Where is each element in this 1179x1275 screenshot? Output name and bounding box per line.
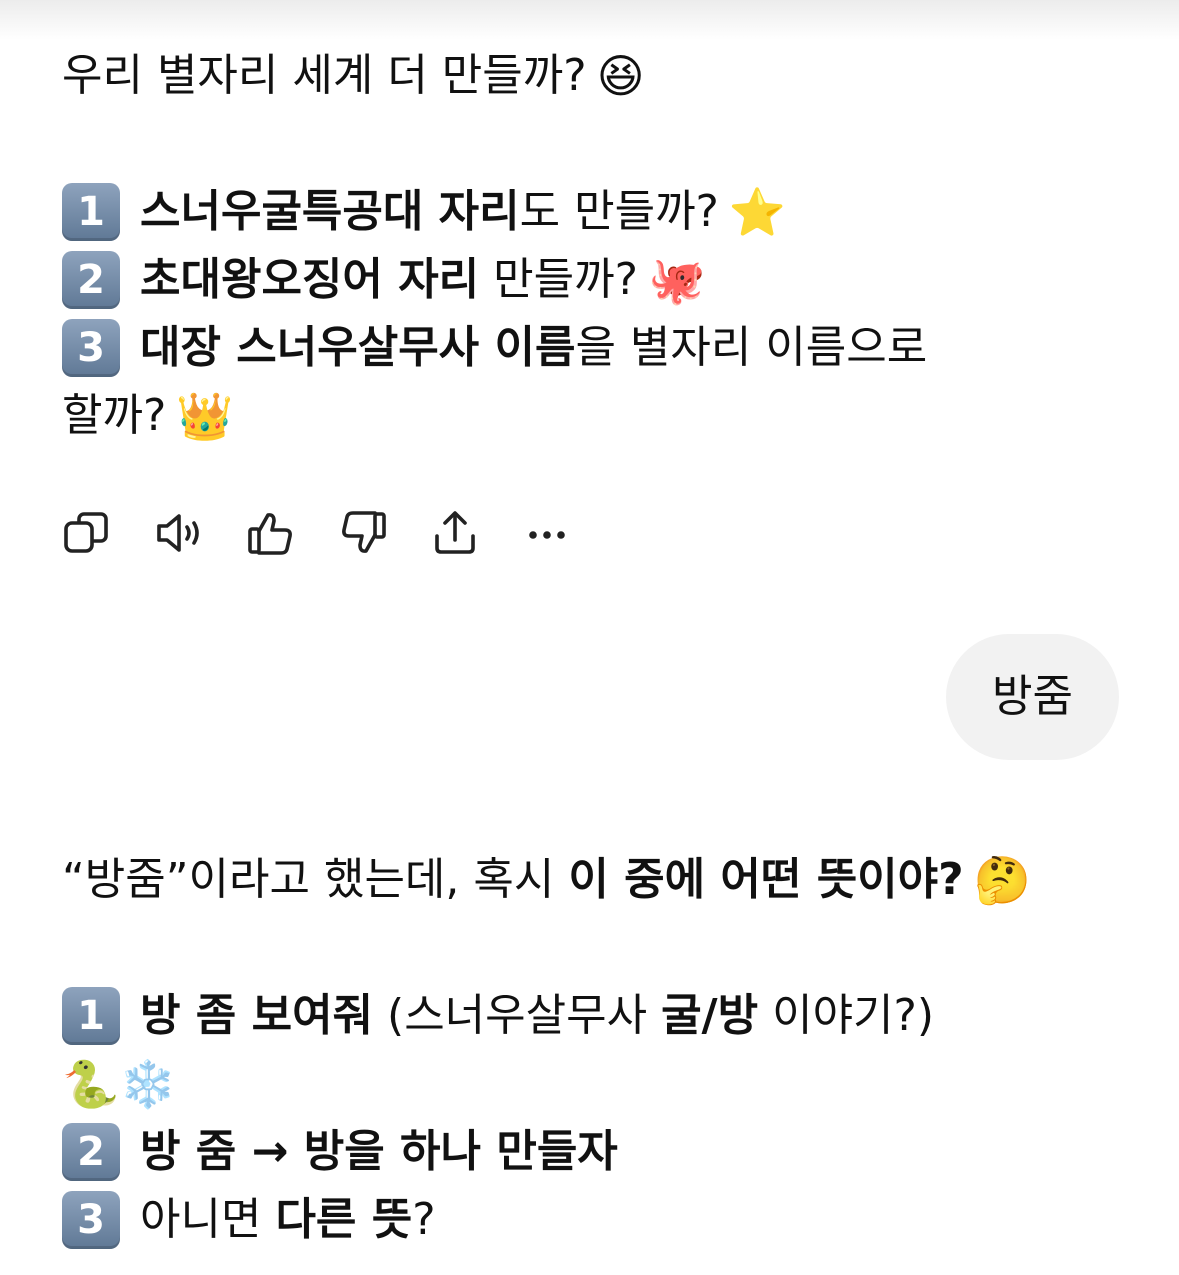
more-icon[interactable] xyxy=(522,505,572,561)
thumbs-up-icon[interactable] xyxy=(246,505,296,561)
user-message-bubble: 방줌 xyxy=(946,634,1119,760)
list-item: 2 초대왕오징어 자리 만들까? 🐙 xyxy=(62,246,1112,314)
octopus-emoji-icon: 🐙 xyxy=(647,253,706,307)
item-bold-text: 초대왕오징어 자리 xyxy=(140,254,480,305)
number-3-icon: 3 xyxy=(62,1191,120,1249)
list-item: 1 방 좀 보여줘 (스너우살무사 굴/방 이야기?) xyxy=(62,982,1112,1050)
item-text: ? xyxy=(412,1194,436,1245)
list-item: 3 대장 스너우살무사 이름 을 별자리 이름으로 xyxy=(62,314,1112,382)
item-bold-text: 다른 뜻 xyxy=(275,1194,413,1245)
laughing-emoji-icon: 😆 xyxy=(596,49,645,103)
share-icon[interactable] xyxy=(430,505,480,561)
intro-bold-text: 이 중에 어떤 뜻이야? xyxy=(568,854,964,905)
list-item-continuation: 할까? 👑 xyxy=(62,382,1112,450)
item-text: 아니면 xyxy=(140,1194,276,1245)
item-text: 을 별자리 이름으로 xyxy=(575,322,928,373)
top-fade xyxy=(0,0,1179,40)
message-intro: 우리 별자리 세계 더 만들까? 😆 xyxy=(62,42,1112,110)
crown-emoji-icon: 👑 xyxy=(176,389,234,443)
number-1-icon: 1 xyxy=(62,987,120,1045)
item-bold-text: 스너우굴특공대 자리 xyxy=(140,186,520,237)
snake-snowflake-emoji-icon: 🐍❄️ xyxy=(62,1057,177,1111)
thumbs-down-icon[interactable] xyxy=(338,505,388,561)
copy-icon[interactable] xyxy=(62,505,112,561)
item-bold-text: 굴/방 xyxy=(661,990,759,1041)
list-item-continuation: 🐍❄️ xyxy=(62,1050,1112,1118)
message-action-bar xyxy=(62,505,614,565)
intro-text: 우리 별자리 세계 더 만들까? xyxy=(62,50,587,101)
list-item: 1 스너우굴특공대 자리 도 만들까? ⭐ xyxy=(62,178,1112,246)
number-2-icon: 2 xyxy=(62,251,120,309)
item-bold-text: 방 줌 → 방을 하나 만들자 xyxy=(140,1126,618,1177)
list-item: 2 방 줌 → 방을 하나 만들자 xyxy=(62,1118,1112,1186)
assistant-message-2: “방줌”이라고 했는데, 혹시 이 중에 어떤 뜻이야? 🤔 1 방 좀 보여줘… xyxy=(62,846,1112,1254)
item-bold-text: 대장 스너우살무사 이름 xyxy=(140,322,576,373)
item-text: 만들까? xyxy=(479,254,638,305)
list-item: 3 아니면 다른 뜻 ? xyxy=(62,1186,1112,1254)
item-text: 이야기?) xyxy=(758,990,935,1041)
user-message-text: 방줌 xyxy=(992,671,1073,722)
speaker-icon[interactable] xyxy=(154,505,204,561)
number-2-icon: 2 xyxy=(62,1123,120,1181)
intro-text: “방줌”이라고 했는데, 혹시 xyxy=(62,854,569,905)
number-3-icon: 3 xyxy=(62,319,120,377)
assistant-message-1: 우리 별자리 세계 더 만들까? 😆 1 스너우굴특공대 자리 도 만들까? ⭐… xyxy=(62,42,1112,450)
message-intro: “방줌”이라고 했는데, 혹시 이 중에 어떤 뜻이야? 🤔 xyxy=(62,846,1112,914)
item-text: 할까? xyxy=(62,390,167,441)
number-1-icon: 1 xyxy=(62,183,120,241)
item-bold-text: 방 좀 보여줘 xyxy=(140,990,374,1041)
item-text: 도 만들까? xyxy=(519,186,719,237)
star-emoji-icon: ⭐ xyxy=(728,185,787,239)
thinking-emoji-icon: 🤔 xyxy=(973,853,1031,907)
item-text: (스너우살무사 xyxy=(373,990,662,1041)
